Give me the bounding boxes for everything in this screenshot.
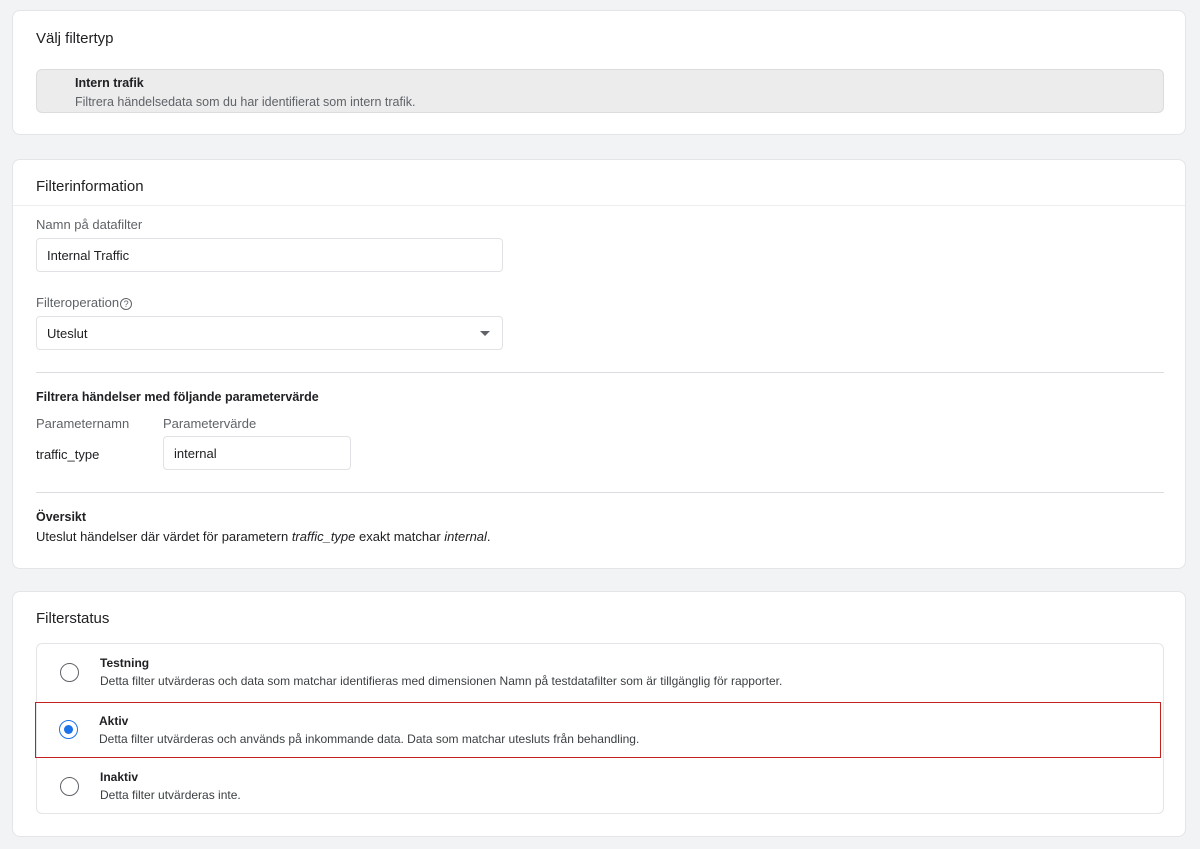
filter-type-title: Välj filtertyp <box>36 30 114 47</box>
radio-checked-icon[interactable] <box>59 720 78 739</box>
radio-unchecked-icon[interactable] <box>60 663 79 682</box>
filter-operation-select[interactable]: Uteslut <box>36 316 503 350</box>
filter-name-label: Namn på datafilter <box>36 217 143 232</box>
param-value-input[interactable]: internal <box>163 436 351 470</box>
dropdown-arrow-icon <box>480 331 490 336</box>
help-icon[interactable]: ? <box>120 298 133 310</box>
filter-operation-label: Filteroperation? <box>36 295 133 310</box>
filter-information-title: Filterinformation <box>36 178 144 195</box>
header-divider <box>13 205 1185 206</box>
overview-param: traffic_type <box>291 529 356 544</box>
status-option-aktiv[interactable]: Aktiv Detta filter utvärderas och använd… <box>35 702 1161 758</box>
overview-value: internal <box>444 529 487 544</box>
status-option-title: Testning <box>100 656 150 670</box>
status-option-description: Detta filter utvärderas inte. <box>100 788 241 802</box>
filter-information-card: Filterinformation Namn på datafilter Int… <box>12 159 1186 569</box>
section-divider <box>36 492 1164 493</box>
filter-type-card: Välj filtertyp Intern trafik Filtrera hä… <box>12 10 1186 135</box>
status-option-description: Detta filter utvärderas och data som mat… <box>100 674 783 688</box>
overview-text: Uteslut händelser där värdet för paramet… <box>36 529 491 544</box>
filter-type-name: Intern trafik <box>75 76 144 90</box>
radio-unchecked-icon[interactable] <box>60 777 79 796</box>
status-option-inaktiv[interactable]: Inaktiv Detta filter utvärderas inte. <box>37 758 1163 815</box>
filter-type-description: Filtrera händelsedata som du har identif… <box>75 95 416 109</box>
overview-suffix: . <box>486 529 491 544</box>
filter-status-title: Filterstatus <box>36 610 110 627</box>
overview-prefix: Uteslut händelser där värdet för paramet… <box>36 529 292 544</box>
filter-operation-value: Uteslut <box>47 326 88 341</box>
status-option-testning[interactable]: Testning Detta filter utvärderas och dat… <box>37 644 1163 701</box>
param-section-heading: Filtrera händelser med följande paramete… <box>36 390 319 404</box>
status-option-title: Inaktiv <box>100 770 139 784</box>
param-name: traffic_type <box>36 447 100 462</box>
filter-status-card: Filterstatus Testning Detta filter utvär… <box>12 591 1186 837</box>
param-name-header: Parameternamn <box>36 416 130 431</box>
param-value-header: Parametervärde <box>163 416 257 431</box>
overview-heading: Översikt <box>36 510 87 524</box>
status-option-description: Detta filter utvärderas och används på i… <box>99 732 640 746</box>
filter-type-option-internal-traffic[interactable]: Intern trafik Filtrera händelsedata som … <box>36 69 1164 113</box>
status-option-title: Aktiv <box>99 714 129 728</box>
filter-operation-label-text: Filteroperation <box>36 295 120 310</box>
section-divider <box>36 372 1164 373</box>
overview-middle: exakt matchar <box>355 529 445 544</box>
filter-status-options: Testning Detta filter utvärderas och dat… <box>35 643 1164 815</box>
filter-name-input[interactable]: Internal Traffic <box>36 238 503 272</box>
